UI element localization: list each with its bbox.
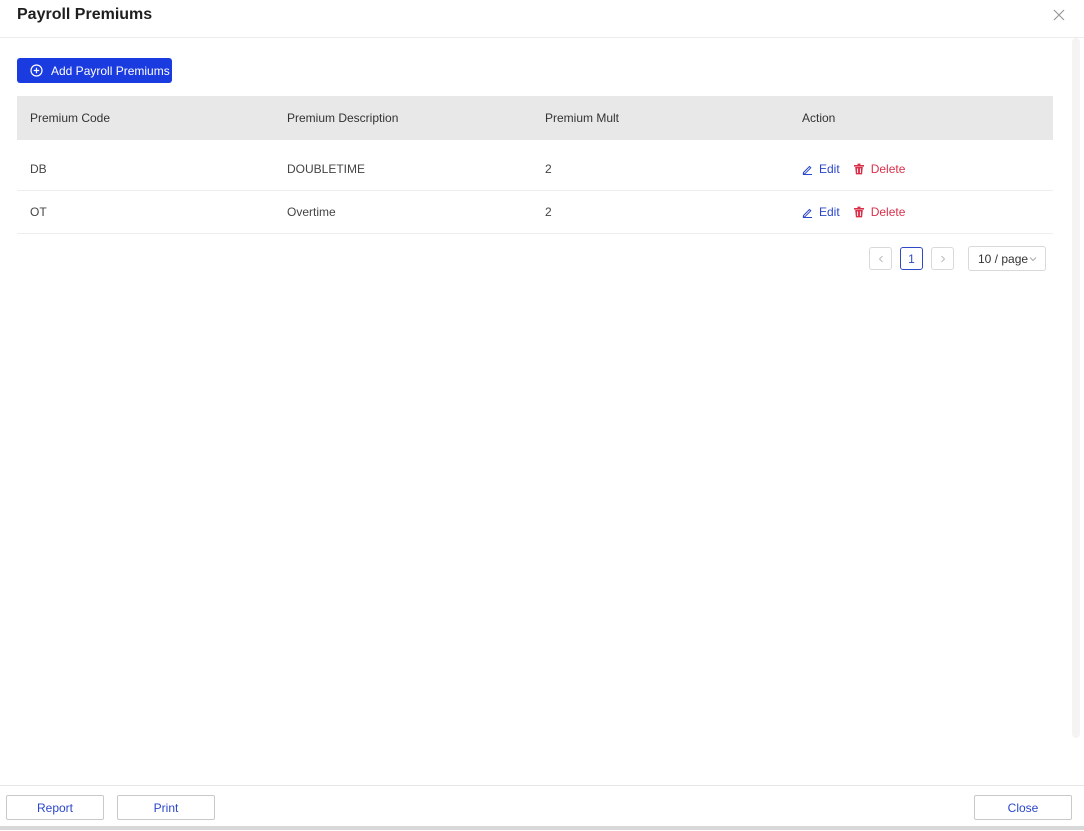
page-size-select[interactable]: 10 / page bbox=[968, 246, 1046, 271]
pencil-icon bbox=[802, 208, 812, 218]
close-button[interactable]: Close bbox=[974, 795, 1072, 820]
cell-premium-description: DOUBLETIME bbox=[287, 162, 366, 176]
chevron-right-icon bbox=[940, 255, 945, 262]
pagination: 1 10 / page bbox=[869, 246, 1046, 271]
delete-label: Delete bbox=[870, 205, 906, 219]
table-row: DB DOUBLETIME 2 Edit Delete bbox=[17, 148, 1053, 191]
delete-button[interactable]: Delete bbox=[853, 162, 906, 176]
cell-premium-mult: 2 bbox=[545, 205, 552, 219]
cell-actions: Edit Delete bbox=[789, 205, 1053, 219]
cell-premium-code: OT bbox=[30, 205, 47, 219]
prev-page-button[interactable] bbox=[869, 247, 892, 270]
header-premium-code: Premium Code bbox=[30, 111, 111, 125]
edit-button[interactable]: Edit bbox=[802, 162, 840, 176]
add-payroll-premiums-button[interactable]: Add Payroll Premiums bbox=[17, 58, 172, 83]
table-header: Premium Code Premium Description Premium… bbox=[17, 96, 1053, 140]
payroll-premiums-dialog: Payroll Premiums Add Payroll Premiums Pr… bbox=[0, 0, 1084, 831]
pencil-icon bbox=[802, 165, 812, 175]
cell-actions: Edit Delete bbox=[789, 162, 1053, 176]
window-bottom-edge bbox=[0, 826, 1084, 830]
header-premium-description: Premium Description bbox=[287, 111, 399, 125]
edit-button[interactable]: Edit bbox=[802, 205, 840, 219]
dialog-title: Payroll Premiums bbox=[17, 6, 153, 23]
report-button[interactable]: Report bbox=[6, 795, 104, 820]
edit-label: Edit bbox=[819, 205, 840, 219]
cell-premium-code: DB bbox=[30, 162, 47, 176]
header-spacer bbox=[17, 140, 1053, 148]
dialog-footer: Report Print Close bbox=[0, 785, 1084, 831]
trash-icon bbox=[853, 206, 864, 218]
edit-label: Edit bbox=[819, 162, 840, 176]
page-number-button[interactable]: 1 bbox=[900, 247, 923, 270]
add-button-label: Add Payroll Premiums bbox=[51, 63, 170, 78]
print-button[interactable]: Print bbox=[117, 795, 215, 820]
delete-label: Delete bbox=[870, 162, 906, 176]
delete-button[interactable]: Delete bbox=[853, 205, 906, 219]
next-page-button[interactable] bbox=[931, 247, 954, 270]
page-size-value: 10 / page bbox=[978, 251, 1029, 266]
chevron-left-icon bbox=[878, 255, 883, 262]
plus-circle-icon bbox=[30, 64, 43, 77]
dialog-header: Payroll Premiums bbox=[0, 0, 1084, 38]
close-icon[interactable] bbox=[1052, 8, 1066, 22]
trash-icon bbox=[853, 163, 864, 175]
premiums-table: Premium Code Premium Description Premium… bbox=[17, 96, 1053, 234]
chevron-down-icon bbox=[1029, 257, 1037, 262]
header-action: Action bbox=[802, 111, 836, 125]
cell-premium-description: Overtime bbox=[287, 205, 336, 219]
vertical-scrollbar[interactable] bbox=[1072, 38, 1080, 738]
table-row: OT Overtime 2 Edit Delete bbox=[17, 191, 1053, 234]
header-premium-mult: Premium Mult bbox=[545, 111, 620, 125]
cell-premium-mult: 2 bbox=[545, 162, 552, 176]
